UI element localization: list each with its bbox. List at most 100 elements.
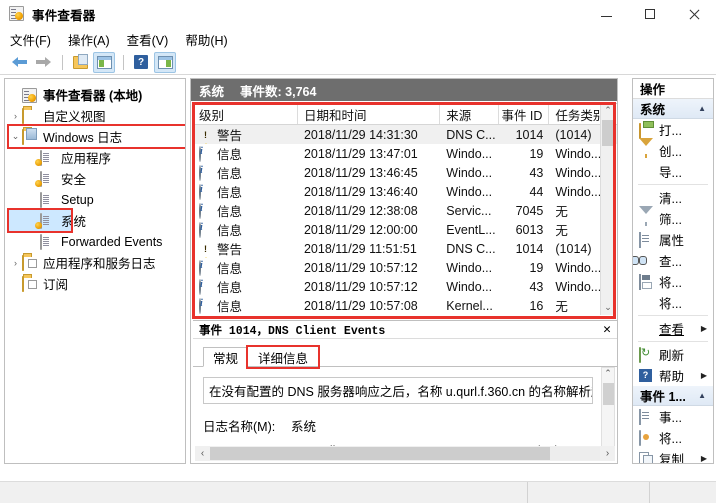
detail-scroll-up-icon[interactable]: ⌃ — [602, 368, 614, 379]
tab-general[interactable]: 常规 — [203, 347, 249, 367]
action-item[interactable]: 创... — [633, 137, 713, 161]
column-header-datetime[interactable]: 日期和时间 — [298, 104, 441, 124]
cell-datetime: 2018/11/29 10:57:12 — [303, 260, 418, 275]
cell-datetime: 2018/11/29 10:57:08 — [303, 298, 418, 313]
action-item[interactable]: 筛... — [633, 205, 713, 229]
tree-item-custom-views[interactable]: › 自定义视图 — [9, 105, 185, 126]
list-header: 系统 事件数: 3,764 — [191, 79, 617, 101]
action-item[interactable]: 清... — [633, 187, 713, 208]
tree-item-label: 应用程序 — [61, 152, 112, 166]
detail-field-log-name: 日志名称(M): 系统 — [203, 416, 617, 435]
action-item[interactable]: 刷新 — [633, 344, 713, 365]
table-row[interactable]: 警告2018/11/29 14:31:30DNS C...1014(1014) — [193, 125, 617, 144]
submenu-arrow-icon[interactable]: ▶ — [701, 371, 707, 380]
action-item[interactable]: 查看 ▶ — [633, 318, 713, 339]
submenu-arrow-icon[interactable]: ▶ — [701, 324, 707, 333]
toolbar-separator — [62, 54, 63, 70]
chevron-up-icon[interactable]: ▲ — [698, 104, 706, 113]
forward-arrow-icon[interactable] — [32, 52, 54, 73]
cell-datetime: 2018/11/29 13:46:40 — [303, 184, 418, 199]
action-item-label: 事... — [659, 411, 682, 425]
hscroll-thumb[interactable] — [210, 447, 550, 460]
cell-datetime: 2018/11/29 12:38:08 — [303, 203, 418, 218]
hscroll-track[interactable] — [210, 447, 600, 460]
open-folder-icon[interactable] — [69, 52, 91, 73]
show-hide-tree-icon[interactable] — [93, 51, 115, 73]
action-item[interactable]: 属性 — [633, 229, 713, 250]
action-item[interactable]: 复制 ▶ — [633, 448, 713, 463]
detail-horizontal-scrollbar[interactable]: ‹ › — [195, 446, 615, 461]
tree-item-security[interactable]: 安全 — [9, 168, 185, 189]
table-row[interactable]: 信息2018/11/29 10:57:12Windo...19Windo... — [193, 258, 617, 277]
column-header-source[interactable]: 来源 — [440, 104, 499, 124]
cell-source: Servic... — [446, 203, 492, 218]
tree-item-label: 订阅 — [43, 278, 69, 292]
action-item[interactable]: ? 帮助 ▶ — [633, 365, 713, 386]
level-label: 信息 — [217, 167, 243, 181]
action-item[interactable]: 将... — [633, 427, 713, 448]
actions-group-header[interactable]: 事件 1... ▲ — [633, 386, 713, 406]
cell-event-id: 43 — [529, 165, 544, 180]
scroll-up-icon[interactable]: ⌃ — [601, 103, 615, 118]
action-item[interactable]: 将... — [633, 292, 713, 313]
status-segment-3 — [650, 482, 716, 503]
table-row[interactable]: 信息2018/11/29 10:57:12Windo...43Windo... — [193, 277, 617, 296]
detail-scrollbar-thumb[interactable] — [603, 383, 614, 405]
action-item[interactable]: 查... — [633, 250, 713, 271]
cell-level: 信息 — [193, 163, 298, 182]
chevron-right-icon[interactable]: › — [9, 258, 22, 268]
chevron-right-icon[interactable]: › — [9, 111, 22, 121]
help-icon[interactable]: ? — [130, 52, 152, 73]
actions-group-label: 事件 1... — [640, 390, 686, 404]
properties-icon — [639, 231, 654, 248]
actions-group-header[interactable]: 系统 ▲ — [633, 99, 713, 119]
back-arrow-icon[interactable] — [8, 52, 30, 73]
chevron-up-icon[interactable]: ▲ — [698, 391, 706, 400]
table-row[interactable]: 信息2018/11/29 13:47:01Windo...19Windo... — [193, 144, 617, 163]
cell-datetime: 2018/11/29 12:00:00 — [303, 222, 418, 237]
menu-help[interactable]: 帮助(H) — [185, 28, 236, 51]
table-row[interactable]: 信息2018/11/29 12:00:00EventL...6013无 — [193, 220, 617, 239]
action-item[interactable]: 将... — [633, 271, 713, 292]
tree-item-system[interactable]: 系统 — [7, 208, 86, 233]
maximize-button[interactable] — [628, 0, 672, 28]
warning-icon — [199, 128, 213, 144]
table-row[interactable]: 信息2018/11/29 13:46:45Windo...43Windo... — [193, 163, 617, 182]
minimize-button[interactable] — [584, 0, 628, 28]
show-hide-action-pane-icon[interactable] — [154, 51, 176, 73]
tree-item-applications-and-services-logs[interactable]: › 应用程序和服务日志 — [9, 252, 185, 273]
table-row[interactable]: 警告2018/11/29 11:51:51DNS C...1014(1014) — [193, 239, 617, 258]
table-row[interactable]: 信息2018/11/29 13:46:40Windo...44Windo... — [193, 182, 617, 201]
menu-file[interactable]: 文件(F) — [10, 28, 60, 51]
scroll-right-icon[interactable]: › — [600, 448, 615, 459]
chevron-down-icon[interactable]: ⌄ — [9, 131, 22, 142]
scroll-left-icon[interactable]: ‹ — [195, 448, 210, 459]
scroll-down-icon[interactable]: ⌄ — [601, 300, 615, 315]
action-item[interactable]: 事... — [633, 406, 713, 427]
column-header-event-id[interactable]: 事件 ID — [499, 104, 550, 124]
action-item[interactable]: 打... — [633, 119, 713, 140]
tab-details[interactable]: 详细信息 — [246, 345, 321, 369]
save-icon — [639, 273, 654, 290]
tree-item-windows-logs[interactable]: ⌄ Windows 日志 — [7, 124, 185, 149]
table-row[interactable]: 信息2018/11/29 12:38:08Servic...7045无 — [193, 201, 617, 220]
action-item-label: 筛... — [659, 213, 682, 227]
menu-action[interactable]: 操作(A) — [68, 28, 119, 51]
detail-vertical-scrollbar[interactable]: ⌃ ⌄ — [601, 367, 615, 455]
tree-item-subscriptions[interactable]: 订阅 — [9, 273, 185, 294]
tree-item-setup[interactable]: Setup — [9, 189, 185, 210]
tree-item-event-viewer-local[interactable]: 事件查看器 (本地) — [9, 84, 185, 105]
tree-item-application[interactable]: 应用程序 — [9, 147, 185, 168]
action-item[interactable]: 导... — [633, 161, 713, 182]
scrollbar-thumb[interactable] — [602, 120, 615, 146]
level-label: 信息 — [217, 300, 243, 314]
tree-item-forwarded-events[interactable]: Forwarded Events — [9, 231, 185, 252]
table-row[interactable]: 信息2018/11/29 10:57:08Kernel...16无 — [193, 296, 617, 315]
information-icon — [199, 202, 213, 219]
close-button[interactable] — [672, 0, 716, 28]
detail-close-icon[interactable]: ✕ — [603, 322, 611, 337]
event-list-scrollbar[interactable]: ⌃ ⌄ — [600, 103, 615, 315]
column-header-level[interactable]: 级别 — [193, 104, 298, 124]
menu-view[interactable]: 查看(V) — [127, 28, 178, 51]
submenu-arrow-icon[interactable]: ▶ — [701, 454, 707, 463]
